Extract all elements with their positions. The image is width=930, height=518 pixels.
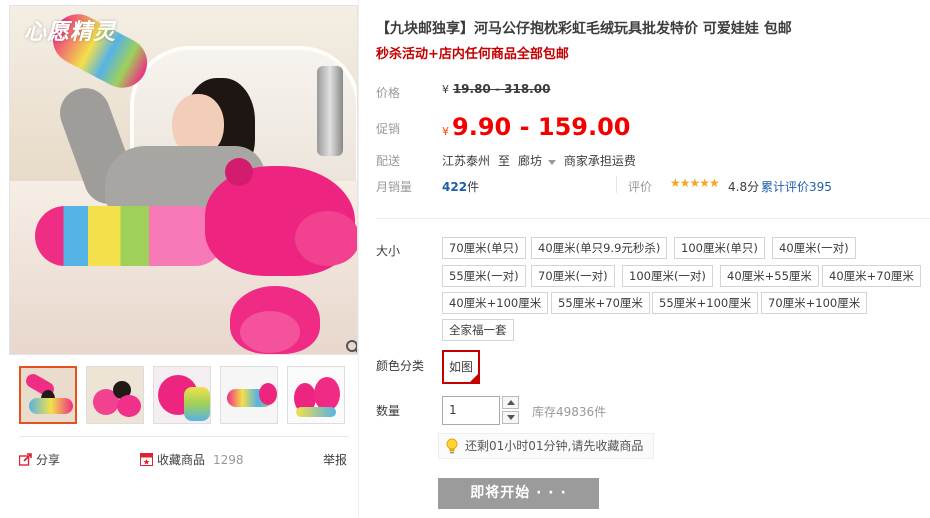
color-label: 颜色分类	[376, 359, 425, 373]
product-detail: 【九块邮独享】河马公仔抱枕彩虹毛绒玩具批发特价 可爱娃娃 包邮 秒杀活动+店内任…	[376, 0, 930, 518]
thumbnail-3[interactable]	[153, 366, 211, 424]
zoom-icon[interactable]	[345, 339, 358, 355]
product-gallery: 心愿精灵 分享 收藏商品 1298 举报	[0, 0, 360, 518]
product-subtitle: 秒杀活动+店内任何商品全部包邮	[376, 47, 569, 62]
share-button[interactable]: 分享	[19, 451, 60, 468]
size-option[interactable]: 40厘米+55厘米	[720, 265, 819, 287]
size-option[interactable]: 100厘米(单只)	[674, 237, 765, 259]
thumbnail-2[interactable]	[86, 366, 144, 424]
size-option[interactable]: 55厘米+70厘米	[551, 292, 650, 314]
sales-count: 422	[442, 180, 468, 194]
countdown-tip: 还剩01小时01分钟,请先收藏商品	[438, 433, 655, 459]
thumbnail-4[interactable]	[220, 366, 278, 424]
gallery-actions: 分享 收藏商品 1298 举报	[19, 451, 349, 471]
size-option[interactable]: 40厘米+70厘米	[822, 265, 921, 287]
quantity-increase-button[interactable]	[502, 396, 519, 409]
size-label: 大小	[376, 244, 401, 258]
report-label: 举报	[323, 453, 348, 467]
size-option[interactable]: 55厘米+100厘米	[652, 292, 759, 314]
thumbnail-5[interactable]	[287, 366, 345, 424]
promo-price: ¥ 9.90 - 159.00	[442, 113, 631, 141]
share-icon	[19, 453, 32, 466]
rating-stars-icon: ★★★★★	[670, 176, 720, 190]
detail-divider	[376, 218, 930, 219]
shipping-fee: 商家承担运费	[563, 154, 636, 168]
chevron-down-icon	[547, 160, 556, 165]
sales-divider	[616, 176, 617, 193]
favorite-label: 收藏商品	[157, 453, 206, 467]
lightbulb-icon	[446, 438, 458, 454]
currency-symbol: ¥	[442, 83, 449, 96]
coming-soon-button[interactable]: 即将开始 · · ·	[438, 478, 599, 509]
brand-logo: 心愿精灵	[24, 19, 117, 45]
ship-to-word: 至	[498, 154, 511, 168]
rating-value: 4.8分	[728, 180, 760, 194]
quantity-input[interactable]: 1	[442, 396, 500, 425]
shipping-label: 配送	[376, 154, 401, 168]
promo-label: 促销	[376, 122, 401, 136]
chevron-up-icon	[506, 400, 515, 405]
promo-currency-symbol: ¥	[442, 125, 449, 138]
original-price: ¥ 19.80 - 318.00	[442, 82, 550, 96]
original-price-value: 19.80 - 318.00	[452, 82, 551, 96]
favorite-count: 1298	[213, 452, 244, 467]
rating-label: 评价	[628, 180, 653, 194]
size-option[interactable]: 70厘米(单只)	[442, 237, 526, 259]
gallery-divider	[19, 436, 349, 437]
size-option[interactable]: 100厘米(一对)	[622, 265, 713, 287]
favorite-button[interactable]: 收藏商品 1298	[140, 451, 244, 468]
stock-count: 库存49836件	[532, 405, 607, 419]
size-option[interactable]: 70厘米(一对)	[531, 265, 615, 287]
countdown-text: 还剩01小时01分钟,请先收藏商品	[465, 439, 644, 453]
report-link[interactable]: 举报	[323, 451, 347, 468]
column-divider	[358, 0, 359, 518]
monthly-sales: 422件	[442, 178, 479, 195]
quantity-label: 数量	[376, 404, 401, 418]
share-label: 分享	[36, 453, 61, 467]
size-option[interactable]: 40厘米(一对)	[772, 237, 856, 259]
size-option[interactable]: 55厘米(一对)	[442, 265, 526, 287]
review-count-link[interactable]: 累计评价395	[761, 178, 832, 195]
sales-unit: 件	[467, 180, 480, 194]
quantity-decrease-button[interactable]	[502, 411, 519, 424]
shipping-info: 江苏泰州 至 廊坊 商家承担运费	[442, 152, 636, 169]
ship-destination: 廊坊	[518, 154, 543, 168]
product-title: 【九块邮独享】河马公仔抱枕彩虹毛绒玩具批发特价 可爱娃娃 包邮	[376, 21, 792, 37]
selected-check-icon	[469, 373, 479, 383]
thumbnail-strip	[19, 366, 359, 426]
size-option[interactable]: 40厘米+100厘米	[442, 292, 549, 314]
price-label: 价格	[376, 86, 401, 100]
size-option[interactable]: 70厘米+100厘米	[761, 292, 868, 314]
chevron-down-icon	[506, 415, 515, 420]
sales-label: 月销量	[376, 180, 413, 194]
main-product-image[interactable]: 心愿精灵	[9, 5, 358, 355]
size-option[interactable]: 全家福一套	[442, 319, 514, 341]
ship-from: 江苏泰州	[442, 154, 491, 168]
favorite-icon	[140, 453, 153, 466]
color-option-selected[interactable]: 如图	[442, 350, 480, 384]
size-option[interactable]: 40厘米(单只9.9元秒杀)	[531, 237, 668, 259]
ship-destination-select[interactable]: 廊坊	[518, 152, 556, 169]
promo-price-value: 9.90 - 159.00	[452, 113, 631, 141]
color-option-label: 如图	[448, 360, 473, 374]
thumbnail-1[interactable]	[19, 366, 77, 424]
